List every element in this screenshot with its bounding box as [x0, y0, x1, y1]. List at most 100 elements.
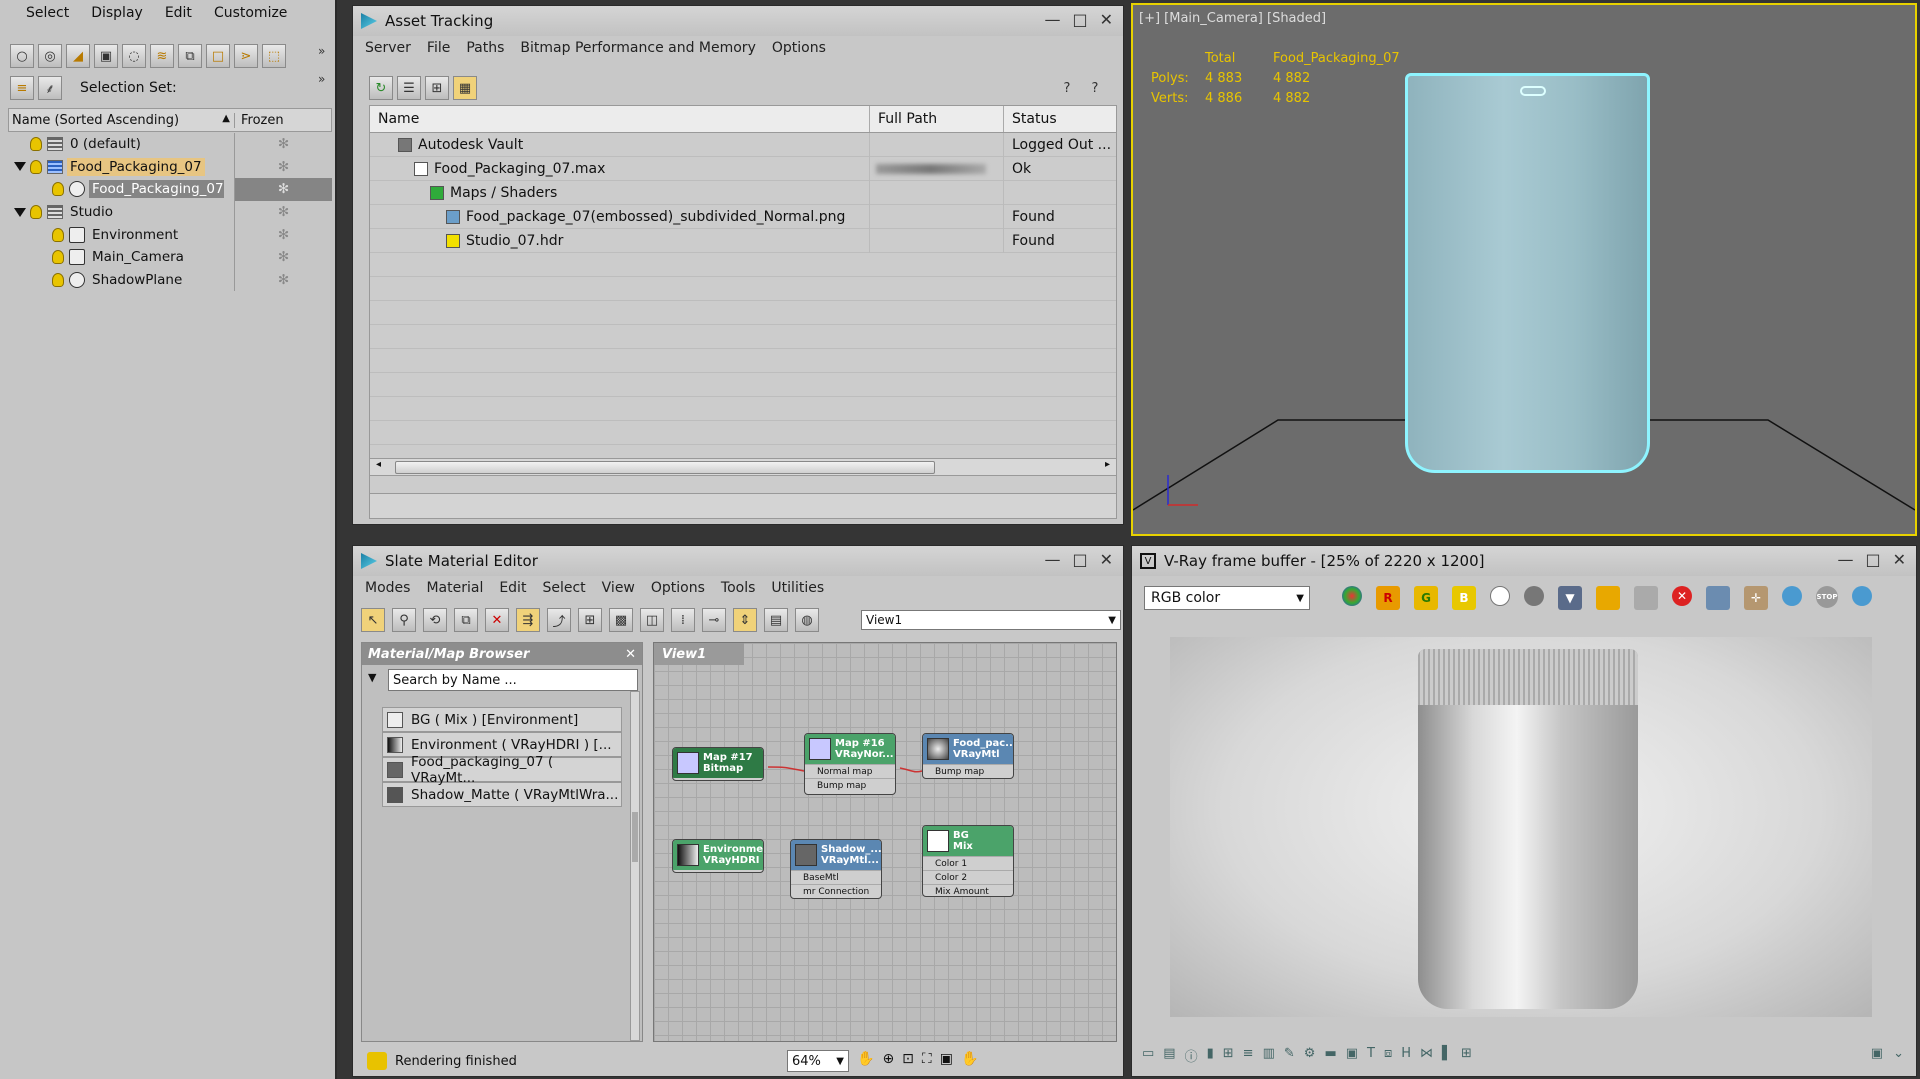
frozen-column-header[interactable]: Frozen — [235, 113, 284, 128]
exposure-icon[interactable]: ≡ — [1243, 1046, 1254, 1065]
stop-render-icon[interactable]: ✕ — [1672, 586, 1692, 606]
expand-selection-icon[interactable]: » — [318, 72, 325, 86]
freeze-toggle-icon[interactable]: ✻ — [234, 133, 332, 156]
zoom-extents-icon[interactable]: ⛶ — [922, 1051, 932, 1067]
menu-options[interactable]: Options — [772, 40, 826, 56]
layout-all-icon[interactable]: ◫ — [640, 608, 664, 632]
folder-icon[interactable]: ▬ — [1324, 1046, 1336, 1065]
put-material-icon[interactable]: ⟲ — [423, 608, 447, 632]
asset-horizontal-scrollbar[interactable]: ◂ ▸ — [369, 458, 1117, 476]
menu-edit[interactable]: Edit — [165, 5, 192, 21]
menu-view[interactable]: View — [602, 580, 635, 596]
freeze-toggle-icon[interactable]: ✻ — [234, 178, 332, 201]
region-render-icon[interactable] — [1782, 586, 1802, 606]
display-cameras-icon[interactable]: ▣ — [94, 44, 118, 68]
display-none-icon[interactable]: ○ — [10, 44, 34, 68]
layout-children-icon[interactable]: ⁞ — [671, 608, 695, 632]
tree-row-shadowplane[interactable]: ShadowPlane ✻ — [8, 268, 332, 292]
red-channel-button[interactable]: R — [1376, 586, 1400, 610]
display-bones-icon[interactable]: ⋗ — [234, 44, 258, 68]
track-mouse-icon[interactable]: ✛ — [1744, 586, 1768, 610]
pencil-icon[interactable]: ✎ — [1284, 1046, 1295, 1065]
vault-help-icon[interactable]: ? — [1055, 76, 1079, 100]
image-icon[interactable]: ▣ — [1346, 1046, 1358, 1065]
slot-mr-connection[interactable]: mr Connection — [791, 884, 881, 898]
display-xrefs-icon[interactable]: ⬚ — [262, 44, 286, 68]
maximize-icon[interactable]: □ — [1072, 550, 1087, 569]
zoom-dropdown[interactable]: 64% ▼ — [787, 1050, 849, 1072]
freeze-toggle-icon[interactable]: ✻ — [234, 245, 332, 269]
mono-mode-icon[interactable] — [1524, 586, 1544, 606]
menu-server[interactable]: Server — [365, 40, 411, 56]
menu-file[interactable]: File — [427, 40, 450, 56]
pan-icon[interactable]: ✋ — [857, 1051, 874, 1067]
close-icon[interactable]: ✕ — [1893, 550, 1906, 569]
region-icon[interactable]: ⊞ — [1461, 1046, 1472, 1065]
freeze-toggle-icon[interactable]: ✻ — [234, 155, 332, 179]
blue-channel-button[interactable]: B — [1452, 586, 1476, 610]
scroll-right-icon[interactable]: ▸ — [1105, 459, 1110, 470]
sort-by-hierarchy-icon[interactable]: ⸙ — [38, 76, 62, 100]
menu-options[interactable]: Options — [651, 580, 705, 596]
maximize-icon[interactable]: □ — [1865, 550, 1880, 569]
menu-modes[interactable]: Modes — [365, 580, 410, 596]
display-geometry-icon[interactable]: ◎ — [38, 44, 62, 68]
list-view-icon[interactable]: ☰ — [397, 76, 421, 100]
menu-edit[interactable]: Edit — [499, 580, 526, 596]
freeze-toggle-icon[interactable]: ✻ — [234, 200, 332, 224]
select-by-material-icon[interactable]: ◍ — [795, 608, 819, 632]
node-food-material[interactable]: Food_pac... VRayMtl Bump map — [922, 733, 1014, 779]
gear-icon[interactable]: ⚙ — [1304, 1046, 1316, 1065]
load-image-icon[interactable] — [1596, 586, 1620, 610]
visibility-bulb-icon[interactable] — [52, 227, 64, 242]
camera-viewport[interactable]: [+] [Main_Camera] [Shaded] Total Food_Pac… — [1131, 3, 1917, 536]
node-map16[interactable]: Map #16 VRayNor... Normal map Bump map — [804, 733, 896, 795]
stop-icon[interactable]: STOP — [1816, 586, 1838, 608]
display-lights-icon[interactable]: ◌ — [122, 44, 146, 68]
collapse-triangle-icon[interactable] — [14, 162, 26, 172]
maximize-icon[interactable]: □ — [1072, 10, 1087, 29]
zoom-selected-icon[interactable]: ▣ — [940, 1051, 953, 1067]
menu-select[interactable]: Select — [26, 5, 69, 21]
levels-icon[interactable]: ▮ — [1207, 1046, 1214, 1065]
expand-toolbar-icon[interactable]: » — [318, 44, 325, 58]
status-header[interactable]: Status — [1004, 111, 1057, 127]
visibility-bulb-icon[interactable] — [52, 182, 64, 197]
minimize-icon[interactable]: — — [1044, 10, 1060, 29]
panel-icon[interactable]: ▣ — [1871, 1046, 1883, 1061]
refresh-icon[interactable]: ↻ — [369, 76, 393, 100]
menu-utilities[interactable]: Utilities — [771, 580, 824, 596]
node-bg-mix[interactable]: BG Mix Color 1 Color 2 Mix Amount — [922, 825, 1014, 897]
display-spacewarps-icon[interactable]: ≋ — [150, 44, 174, 68]
close-icon[interactable]: ✕ — [625, 647, 636, 662]
lut-icon[interactable]: ▥ — [1263, 1046, 1275, 1065]
browser-vertical-scrollbar[interactable] — [630, 691, 640, 1041]
display-shapes-icon[interactable]: ◢ — [66, 44, 90, 68]
slot-bump-map[interactable]: Bump map — [805, 778, 895, 792]
visibility-bulb-icon[interactable] — [30, 137, 42, 152]
clear-image-icon[interactable] — [1634, 586, 1658, 610]
browser-search-input[interactable]: Search by Name ... — [388, 669, 638, 691]
node-map17[interactable]: Map #17 Bitmap — [672, 747, 764, 781]
menu-paths[interactable]: Paths — [466, 40, 504, 56]
scroll-thumb[interactable] — [632, 812, 638, 862]
save-image-icon[interactable]: ▼ — [1558, 586, 1582, 610]
material-id-icon[interactable]: ⊸ — [702, 608, 726, 632]
full-path-header[interactable]: Full Path — [870, 106, 1004, 132]
delete-icon[interactable]: ✕ — [485, 608, 509, 632]
compare-icon[interactable]: ⋈ — [1420, 1046, 1433, 1065]
options-triangle-icon[interactable]: ▼ — [368, 671, 376, 684]
visibility-bulb-icon[interactable] — [30, 205, 42, 220]
freeze-toggle-icon[interactable]: ✻ — [234, 223, 332, 246]
name-column-header[interactable]: Name (Sorted Ascending) ▲ — [9, 112, 235, 128]
browser-item-shadow[interactable]: Shadow_Matte ( VRayMtlWra... — [382, 782, 622, 807]
minimize-icon[interactable]: — — [1837, 550, 1853, 569]
display-groups-icon[interactable]: □ — [206, 44, 230, 68]
menu-material[interactable]: Material — [426, 580, 483, 596]
menu-tools[interactable]: Tools — [721, 580, 756, 596]
name-header[interactable]: Name — [370, 106, 870, 132]
parameter-editor-icon[interactable]: ▤ — [764, 608, 788, 632]
scroll-left-icon[interactable]: ◂ — [376, 459, 381, 470]
tree-row-studio-layer[interactable]: Studio ✻ — [8, 200, 332, 224]
h-icon[interactable]: H — [1401, 1046, 1411, 1065]
